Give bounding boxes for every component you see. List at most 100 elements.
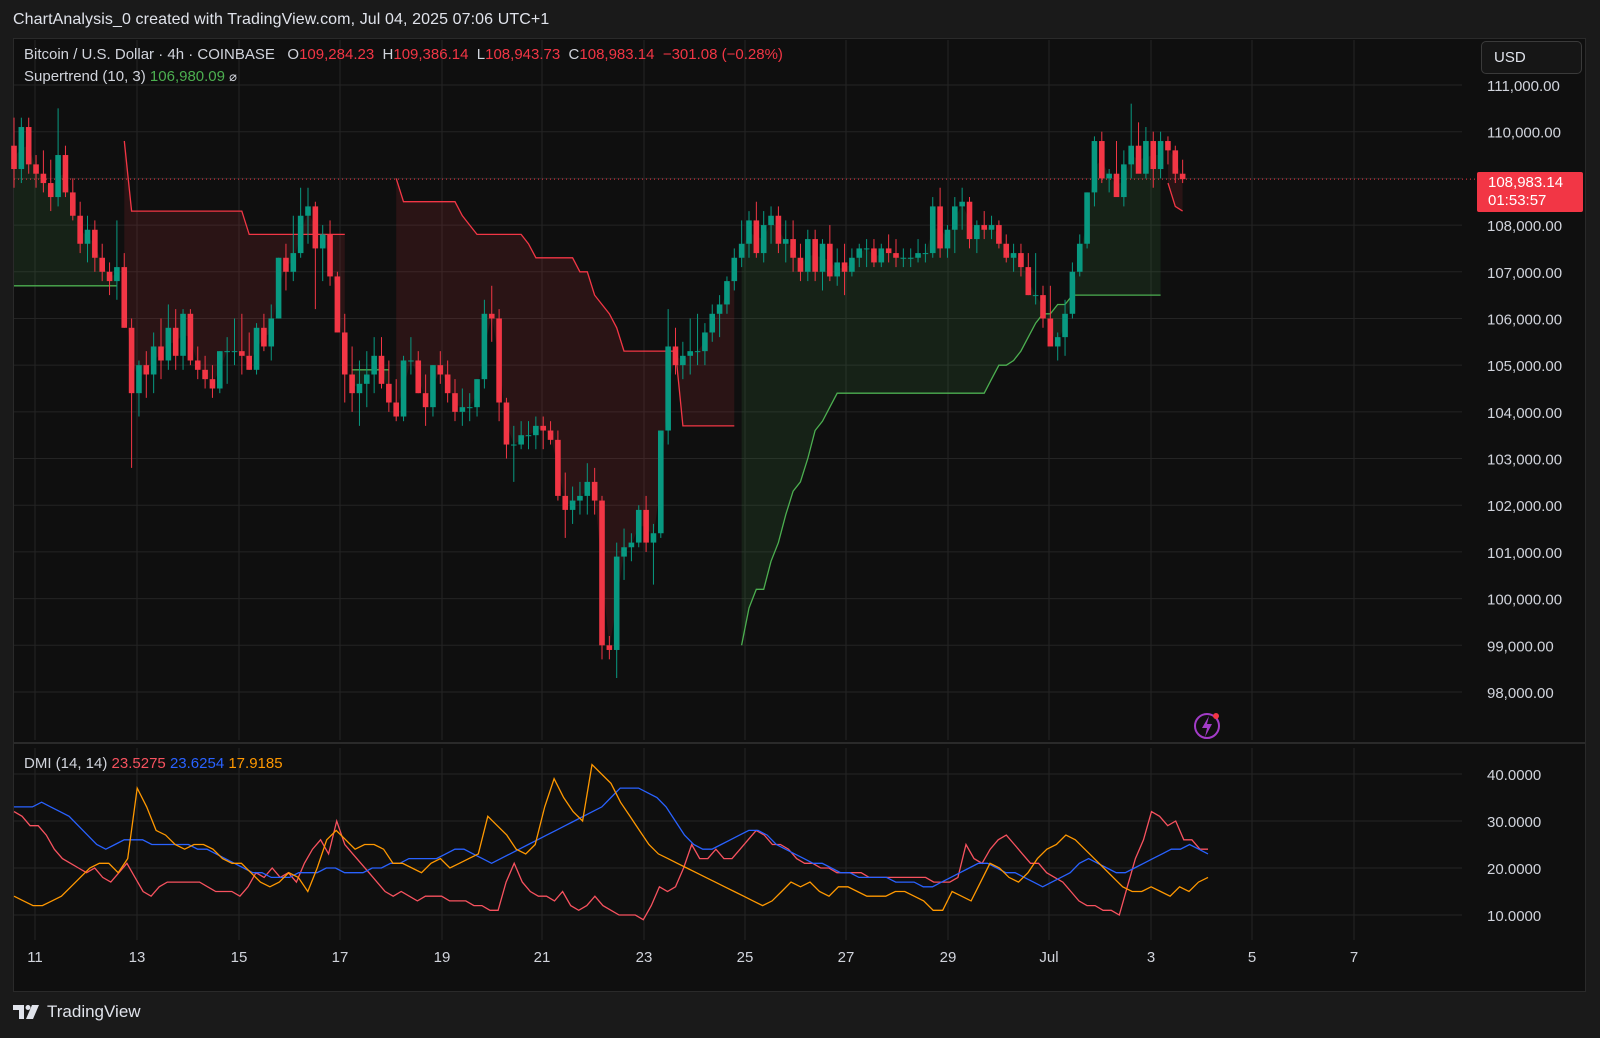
candle-body[interactable] (253, 327, 260, 370)
candle-body[interactable] (738, 243, 745, 258)
candle-body[interactable] (180, 313, 186, 356)
candle-body[interactable] (378, 355, 385, 384)
candle-body[interactable] (430, 365, 436, 408)
candle-body[interactable] (371, 355, 377, 375)
candle-body[interactable] (25, 127, 32, 165)
candle-body[interactable] (525, 435, 532, 437)
supertrend-legend[interactable]: Supertrend (10, 3) 106,980.09 ⌀ (24, 68, 237, 85)
candle-body[interactable] (922, 253, 929, 255)
symbol-label[interactable]: Bitcoin / U.S. Dollar · 4h · COINBASE (24, 46, 275, 63)
candle-body[interactable] (84, 229, 91, 244)
candle-body[interactable] (150, 346, 157, 375)
candle-body[interactable] (834, 262, 840, 277)
candle-body[interactable] (481, 313, 488, 380)
dmi-legend[interactable]: DMI (14, 14) 23.5275 23.6254 17.9185 (24, 755, 283, 772)
candle-body[interactable] (856, 248, 863, 258)
candle-body[interactable] (327, 234, 333, 277)
candle-body[interactable] (349, 374, 355, 394)
candle-body[interactable] (878, 248, 885, 263)
candle-body[interactable] (665, 346, 671, 431)
candle-body[interactable] (628, 542, 635, 548)
candle-body[interactable] (1150, 141, 1157, 170)
candle-body[interactable] (1076, 243, 1083, 272)
candle-body[interactable] (1062, 313, 1068, 338)
candle-body[interactable] (1040, 295, 1046, 319)
candle-body[interactable] (584, 481, 591, 496)
candle-body[interactable] (1025, 267, 1032, 296)
candle-body[interactable] (40, 173, 47, 184)
candle-body[interactable] (70, 192, 76, 216)
candle-body[interactable] (62, 155, 69, 193)
candle-body[interactable] (1069, 271, 1076, 314)
candle-body[interactable] (974, 225, 980, 240)
candle-body[interactable] (158, 346, 164, 361)
candle-body[interactable] (518, 435, 524, 445)
candle-body[interactable] (871, 248, 877, 263)
candle-body[interactable] (11, 145, 17, 170)
candle-body[interactable] (18, 127, 25, 170)
candle-body[interactable] (341, 332, 348, 375)
candle-body[interactable] (790, 239, 796, 258)
candle-body[interactable] (452, 393, 458, 412)
candle-body[interactable] (1135, 145, 1142, 174)
candle-body[interactable] (863, 248, 870, 250)
candle-body[interactable] (312, 206, 319, 249)
candle-body[interactable] (635, 509, 642, 543)
candle-body[interactable] (1121, 164, 1127, 198)
candle-body[interactable] (106, 271, 113, 282)
candle-body[interactable] (1054, 337, 1061, 347)
candle-body[interactable] (246, 355, 252, 370)
candle-body[interactable] (937, 206, 943, 249)
candle-body[interactable] (1143, 141, 1149, 174)
candle-body[interactable] (393, 402, 399, 417)
candle-body[interactable] (99, 257, 105, 272)
candle-body[interactable] (577, 495, 583, 501)
candle-body[interactable] (760, 225, 767, 254)
candle-body[interactable] (415, 360, 422, 394)
candle-body[interactable] (540, 425, 546, 431)
candle-body[interactable] (819, 243, 826, 272)
candle-body[interactable] (283, 257, 289, 272)
candle-body[interactable] (136, 365, 142, 394)
chart-canvas[interactable]: 111,000.00110,000.00109,000.00108,000.00… (0, 0, 1600, 1038)
candle-body[interactable] (305, 206, 311, 216)
candle-body[interactable] (1084, 192, 1090, 244)
candle-body[interactable] (952, 206, 958, 230)
candle-body[interactable] (466, 407, 473, 409)
candle-body[interactable] (650, 533, 657, 543)
candle-body[interactable] (217, 351, 223, 389)
candle-body[interactable] (202, 369, 208, 380)
candle-body[interactable] (1172, 150, 1179, 174)
candle-body[interactable] (716, 304, 723, 314)
candle-body[interactable] (996, 225, 1002, 244)
candle-body[interactable] (1010, 253, 1017, 258)
candle-body[interactable] (209, 379, 216, 389)
candle-body[interactable] (1128, 145, 1134, 165)
candle-body[interactable] (386, 383, 392, 403)
candle-body[interactable] (459, 407, 466, 412)
candle-body[interactable] (1003, 243, 1010, 258)
candle-body[interactable] (1113, 173, 1120, 198)
candle-body[interactable] (702, 332, 708, 352)
candle-body[interactable] (841, 262, 848, 272)
candle-body[interactable] (1018, 253, 1024, 268)
candle-body[interactable] (672, 346, 679, 366)
candle-body[interactable] (981, 225, 987, 230)
candle-body[interactable] (555, 439, 561, 496)
candle-body[interactable] (143, 365, 150, 375)
candle-body[interactable] (775, 215, 782, 244)
candle-body[interactable] (1091, 141, 1098, 193)
candle-body[interactable] (275, 257, 282, 319)
candle-body[interactable] (290, 253, 297, 272)
candle-body[interactable] (47, 183, 54, 198)
candle-body[interactable] (694, 351, 701, 353)
candle-body[interactable] (768, 215, 774, 226)
candle-body[interactable] (988, 225, 995, 230)
candle-body[interactable] (364, 374, 370, 384)
candle-body[interactable] (907, 257, 914, 259)
candle-body[interactable] (900, 257, 907, 259)
candle-body[interactable] (547, 430, 554, 440)
candle-body[interactable] (474, 379, 480, 408)
candle-body[interactable] (33, 164, 39, 174)
candle-body[interactable] (231, 351, 238, 353)
